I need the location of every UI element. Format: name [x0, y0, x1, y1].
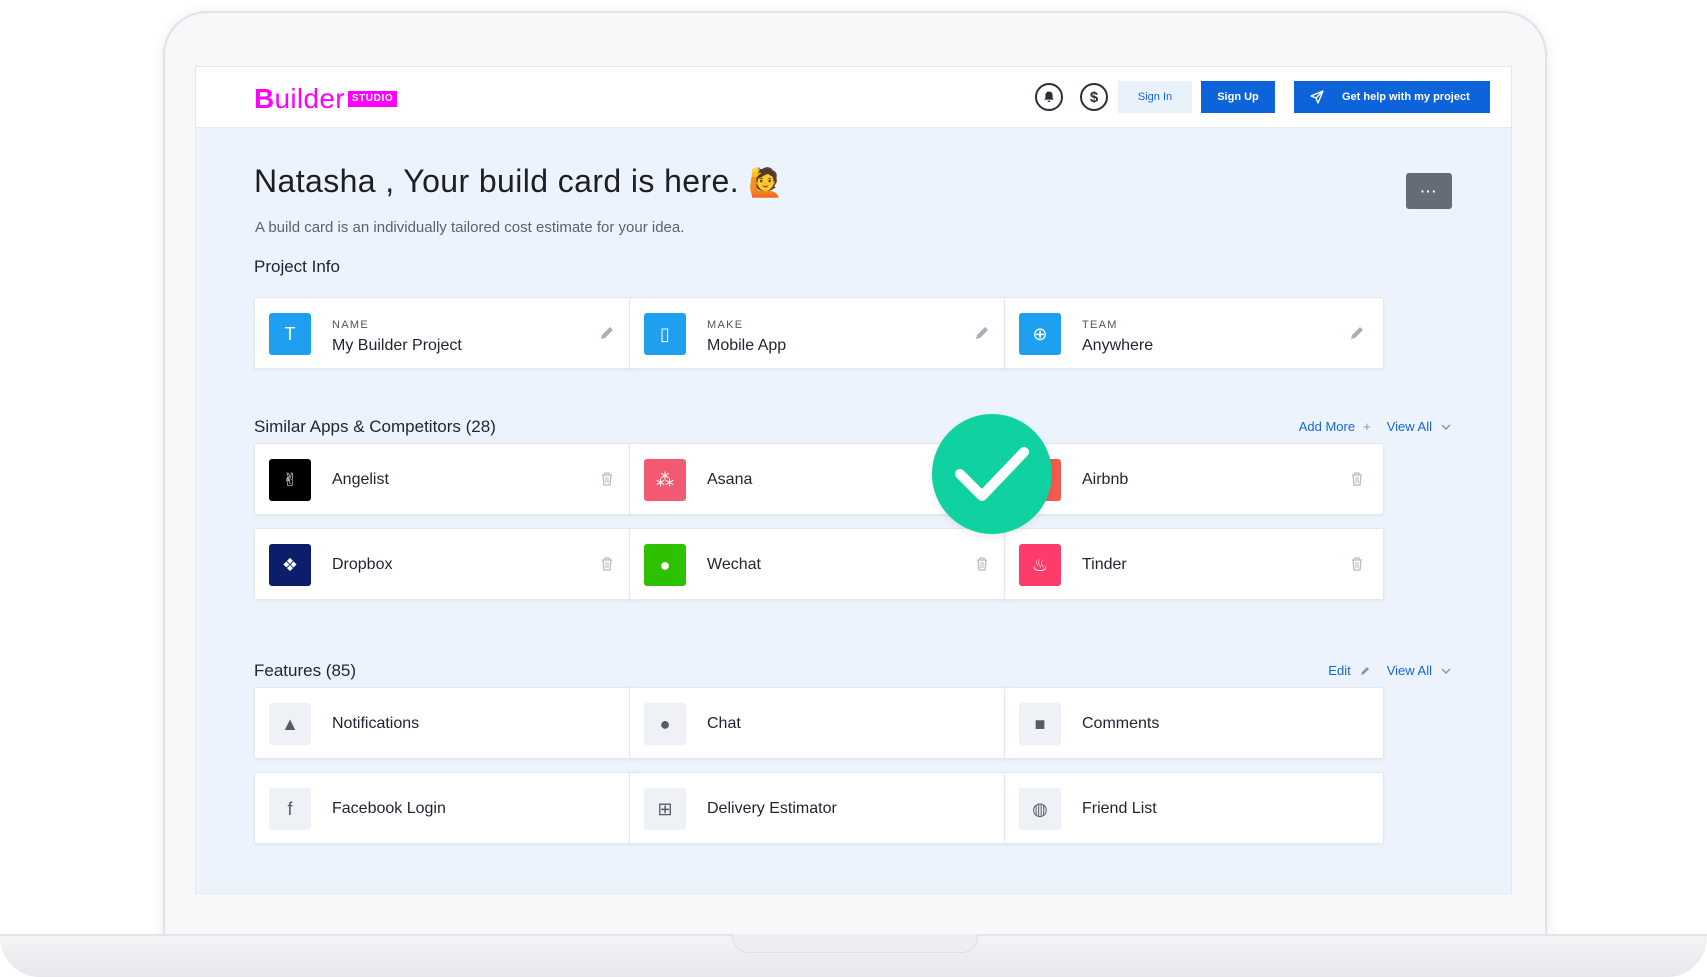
mobile-phone-icon: ▯	[644, 313, 686, 355]
project-info-title: Project Info	[254, 257, 340, 276]
card-text: Chat	[707, 715, 741, 732]
feature-card[interactable]: ▲ Notifications	[254, 687, 634, 759]
screen: Builder STUDIO $ Sign In Sign Up Get hel…	[195, 66, 1512, 894]
angelist-logo-icon: ✌	[269, 459, 311, 501]
card-text: Asana	[707, 471, 753, 488]
sign-in-button[interactable]: Sign In	[1118, 81, 1192, 113]
card-text: Airbnb	[1082, 471, 1129, 488]
card-label: TEAM	[1082, 319, 1118, 331]
card-text: Notifications	[332, 715, 420, 732]
app-card-airbnb[interactable]: ◬Airbnb	[1004, 443, 1384, 515]
card-text: Comments	[1082, 715, 1160, 732]
edit-pencil-icon[interactable]	[974, 325, 990, 341]
card-label: NAME	[332, 319, 369, 331]
chevron-down-icon	[1441, 667, 1451, 674]
feature-card[interactable]: f Facebook Login	[254, 772, 634, 844]
feature-card[interactable]: ● Chat	[629, 687, 1009, 759]
bell-icon: ▲	[269, 703, 311, 745]
logo-badge: STUDIO	[347, 91, 398, 107]
get-help-button[interactable]: Get help with my project	[1294, 81, 1490, 113]
delete-trash-icon[interactable]	[1349, 556, 1365, 572]
view-all-apps-link[interactable]: View All	[1387, 419, 1432, 434]
checkmark-icon	[932, 414, 1052, 534]
asana-logo-icon: ⁂	[644, 459, 686, 501]
app-card-dropbox[interactable]: ❖ Dropbox	[254, 528, 634, 600]
builder-studio-logo[interactable]: Builder STUDIO	[254, 85, 398, 113]
notification-bell-icon[interactable]	[1035, 83, 1063, 111]
edit-pencil-icon[interactable]	[599, 325, 615, 341]
dropbox-logo-icon: ❖	[269, 544, 311, 586]
add-more-link[interactable]: Add More	[1299, 419, 1355, 434]
users-icon: ◍	[1019, 788, 1061, 830]
similar-apps-title: Similar Apps & Competitors (28)	[254, 417, 496, 436]
text-t-icon: T	[269, 313, 311, 355]
globe-icon: ⊕	[1019, 313, 1061, 355]
comment-icon: ■	[1019, 703, 1061, 745]
card-text: Friend List	[1082, 800, 1157, 817]
similar-apps-actions: Add More + View All	[1299, 419, 1452, 434]
card-text: Delivery Estimator	[707, 800, 837, 817]
app-card-tinder[interactable]: ♨ Tinder	[1004, 528, 1384, 600]
feature-card[interactable]: ⊞ Delivery Estimator	[629, 772, 1009, 844]
facebook-icon: f	[269, 788, 311, 830]
card-text: Wechat	[707, 556, 761, 573]
card-text: Angelist	[332, 471, 389, 488]
project-info-card-make[interactable]: ▯ MAKE Mobile App	[629, 297, 1009, 369]
delete-trash-icon[interactable]	[599, 471, 615, 487]
chevron-down-icon	[1441, 423, 1451, 430]
edit-features-link[interactable]: Edit	[1328, 663, 1350, 678]
delete-trash-icon[interactable]	[1349, 471, 1365, 487]
feature-card[interactable]: ■ Comments	[1004, 687, 1384, 759]
pricing-dollar-icon[interactable]: $	[1080, 83, 1108, 111]
view-all-features-link[interactable]: View All	[1387, 663, 1432, 678]
page-subtitle: A build card is an individually tailored…	[255, 219, 685, 236]
card-value: Mobile App	[707, 337, 787, 354]
features-actions: Edit View All	[1328, 663, 1452, 678]
wechat-logo-icon: ●	[644, 544, 686, 586]
card-text: Dropbox	[332, 556, 393, 573]
page-title: Natasha , Your build card is here. 🙋	[254, 163, 784, 199]
pencil-icon	[1360, 666, 1369, 675]
card-value: My Builder Project	[332, 337, 462, 354]
app-card-angelist[interactable]: ✌ Angelist	[254, 443, 634, 515]
card-value: Anywhere	[1082, 337, 1154, 354]
features-title: Features (85)	[254, 661, 357, 680]
sign-up-button[interactable]: Sign Up	[1201, 81, 1275, 113]
tinder-logo-icon: ♨	[1019, 544, 1061, 586]
paper-plane-icon	[1310, 90, 1324, 104]
card-text: Tinder	[1082, 556, 1127, 573]
feature-card[interactable]: ◍ Friend List	[1004, 772, 1384, 844]
plus-icon: +	[1363, 419, 1371, 434]
app-card-wechat[interactable]: ● Wechat	[629, 528, 1009, 600]
card-text: Facebook Login	[332, 800, 446, 817]
cart-icon: ⊞	[644, 788, 686, 830]
more-options-button[interactable]: ···	[1406, 173, 1452, 209]
card-label: MAKE	[707, 319, 744, 331]
delete-trash-icon[interactable]	[599, 556, 615, 572]
project-info-card-name[interactable]: T NAME My Builder Project	[254, 297, 634, 369]
chat-bubble-icon: ●	[644, 703, 686, 745]
raising-hand-emoji: 🙋	[748, 167, 784, 198]
edit-pencil-icon[interactable]	[1349, 325, 1365, 341]
top-navbar: Builder STUDIO $ Sign In Sign Up Get hel…	[196, 67, 1511, 128]
delete-trash-icon[interactable]	[974, 556, 990, 572]
laptop-notch	[732, 934, 978, 953]
project-info-card-team[interactable]: ⊕ TEAM Anywhere	[1004, 297, 1384, 369]
